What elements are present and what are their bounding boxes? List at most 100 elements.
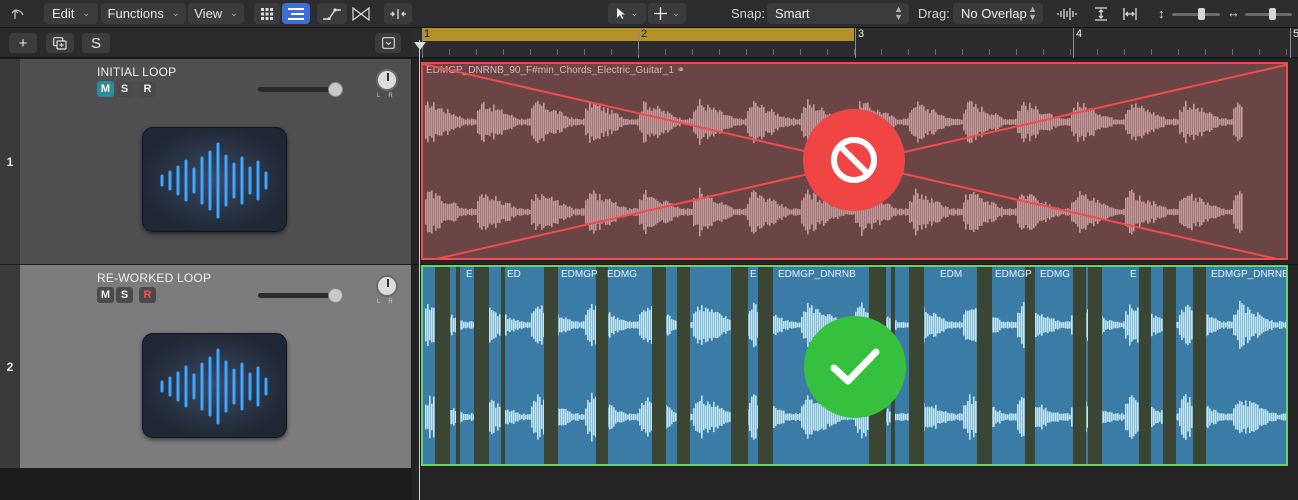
waveform-sample [1157, 114, 1159, 130]
waveform-sample [1181, 399, 1183, 435]
waveform-sample [1037, 407, 1039, 427]
pointer-tool-menu[interactable]: ⌄ [608, 3, 646, 24]
waveform-sample [485, 109, 487, 135]
horizontal-zoom-knob[interactable] [1269, 8, 1276, 20]
waveform-sample [1019, 110, 1021, 134]
waveform-sample [501, 109, 503, 135]
duplicate-track-button[interactable] [46, 33, 74, 53]
list-view-button[interactable] [282, 3, 310, 24]
waveform-sample [693, 111, 695, 133]
waveform-sample [1073, 107, 1075, 137]
edit-menu[interactable]: Edit ⌄ [44, 3, 98, 24]
waveform-sample [1189, 107, 1191, 137]
mute-button[interactable]: M [97, 287, 114, 303]
waveform-sample [941, 411, 943, 423]
horizontal-fit-button[interactable] [1118, 3, 1142, 24]
add-track-button[interactable]: + [9, 33, 37, 53]
waveform-sample [743, 208, 745, 216]
waveform-sample [1151, 205, 1153, 219]
track-header-reworked-loop[interactable]: RE-WORKED LOOP M S R LR [20, 265, 411, 468]
waveform-sample [1213, 409, 1215, 425]
waveform-sample [519, 119, 521, 125]
waveform-sample [493, 401, 495, 433]
waveform-sample [1221, 413, 1223, 421]
mute-button[interactable]: M [97, 81, 114, 97]
waveform-sample [725, 115, 727, 129]
waveform-sample [475, 209, 477, 215]
waveform-sample [1143, 201, 1145, 223]
record-enable-button[interactable]: R [139, 287, 156, 303]
automation-button[interactable] [317, 3, 347, 24]
waveform-sample [451, 114, 453, 130]
track-icon[interactable] [142, 333, 287, 438]
waveform-sample [627, 414, 629, 420]
waveform-sample [1041, 404, 1043, 430]
waveform-sample [945, 206, 947, 218]
waveform-sample [1109, 411, 1111, 423]
waveform-sample [693, 313, 695, 337]
catch-button[interactable] [384, 3, 412, 24]
vertical-zoom-slider[interactable] [1172, 8, 1220, 20]
waveform-sample [1247, 406, 1249, 428]
volume-slider[interactable] [258, 288, 343, 303]
waveform-sample [1081, 194, 1083, 230]
record-enable-button[interactable]: R [139, 81, 156, 97]
waveform-sample [533, 400, 535, 434]
horizontal-zoom-slider[interactable] [1245, 8, 1292, 20]
waveform-sample [1177, 209, 1179, 215]
grid-view-button[interactable] [254, 3, 280, 24]
drag-select[interactable]: No Overlap ▲ ▼ [953, 3, 1043, 24]
waveform-sample [1231, 209, 1233, 215]
waveform-zoom-button[interactable] [1053, 3, 1081, 24]
playhead-line[interactable] [419, 40, 420, 500]
volume-knob[interactable] [328, 82, 343, 97]
solo-button[interactable]: S [116, 287, 133, 303]
waveform-sample [805, 193, 807, 231]
waveform-sample [573, 414, 575, 420]
snap-select[interactable]: Smart ▲ ▼ [767, 3, 909, 24]
volume-knob[interactable] [328, 288, 343, 303]
timeline-ruler[interactable]: 1 2 3 4 5 [412, 28, 1298, 58]
global-solo-button[interactable]: S [82, 33, 110, 53]
vertical-zoom-knob[interactable] [1198, 8, 1205, 20]
waveform-sample [937, 114, 939, 130]
flex-button[interactable] [349, 3, 373, 24]
waveform-sample [1093, 107, 1095, 137]
track-icon[interactable] [142, 127, 287, 232]
functions-menu[interactable]: Functions ⌄ [101, 3, 186, 24]
waveform-sample [703, 197, 705, 227]
track-name[interactable]: RE-WORKED LOOP [97, 271, 211, 285]
waveform-sample [503, 204, 505, 220]
track-name[interactable]: INITIAL LOOP [97, 65, 176, 79]
waveform-sample [1195, 197, 1197, 227]
secondary-tool-menu[interactable]: ⌄ [648, 3, 686, 24]
waveform-sample [1067, 321, 1069, 329]
waveform-sample [1113, 119, 1115, 125]
vertical-fit-button[interactable] [1089, 3, 1113, 24]
volume-slider[interactable] [258, 82, 343, 97]
waveform-sample [1005, 414, 1007, 420]
waveform-sample [1153, 200, 1155, 224]
waveform-sample [1241, 193, 1243, 231]
pan-knob[interactable] [376, 275, 398, 297]
view-menu[interactable]: View ⌄ [188, 3, 244, 24]
back-arrow-icon[interactable] [6, 3, 30, 24]
waveform-sample [481, 103, 483, 141]
waveform-sample [557, 114, 559, 130]
global-tracks-button[interactable] [375, 33, 401, 53]
waveform-sample [1215, 410, 1217, 424]
waveform-sample [467, 414, 469, 420]
waveform-sample [1213, 116, 1215, 128]
waveform-sample [1155, 315, 1157, 335]
playhead-handle[interactable] [414, 42, 426, 50]
waveform-sample [967, 310, 969, 340]
waveform-sample [491, 111, 493, 133]
waveform-sample [889, 204, 891, 220]
pan-knob[interactable] [376, 69, 398, 91]
waveform-sample [1027, 110, 1029, 134]
waveform-sample [905, 208, 907, 216]
solo-button[interactable]: S [116, 81, 133, 97]
track-header-initial-loop[interactable]: INITIAL LOOP M S R LR [20, 59, 411, 264]
waveform-sample [1011, 119, 1013, 125]
waveform-sample [915, 188, 917, 236]
